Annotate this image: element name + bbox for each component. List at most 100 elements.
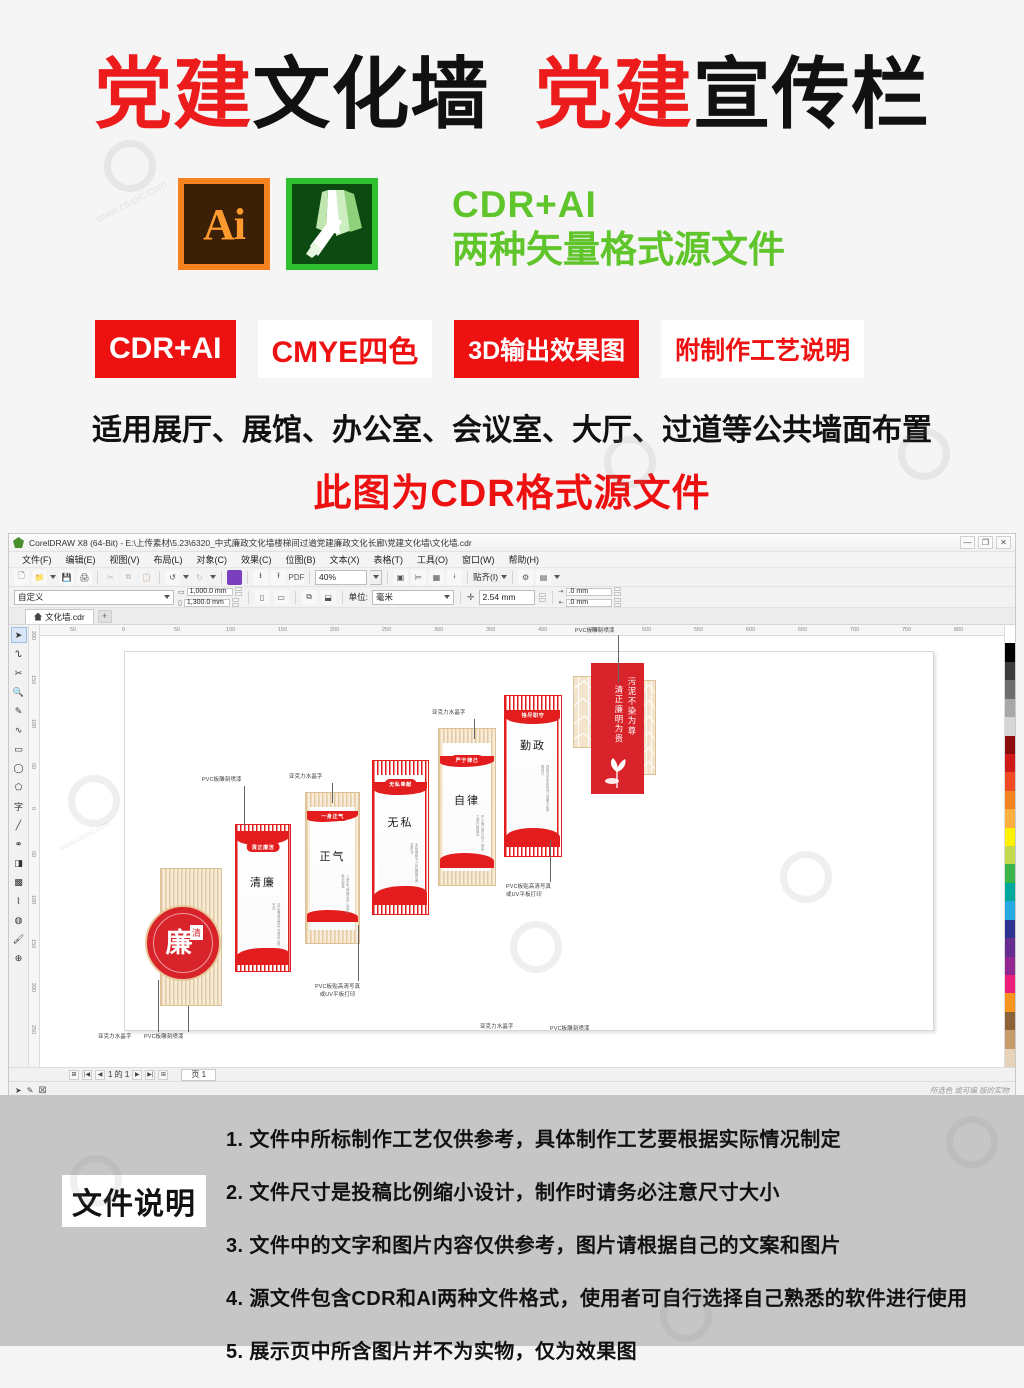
menu-edit[interactable]: 编辑(E) [59, 552, 103, 567]
menu-tools[interactable]: 工具(O) [410, 552, 455, 567]
undo-icon[interactable]: ↺ [165, 569, 180, 585]
menu-text[interactable]: 文本(X) [323, 552, 367, 567]
layout-chevron-down-icon[interactable] [554, 575, 561, 579]
zoom-level-input[interactable]: 40% [315, 569, 367, 585]
search-content-icon[interactable] [227, 569, 242, 585]
swatch[interactable] [1005, 938, 1015, 957]
swatch[interactable] [1005, 735, 1015, 754]
add-page-end-icon[interactable]: ⊞ [158, 1069, 169, 1080]
art-panel-7-lattice-right[interactable] [642, 680, 656, 775]
swatch[interactable] [1005, 809, 1015, 828]
menu-table[interactable]: 表格(T) [367, 552, 411, 567]
page-width-input[interactable]: 1,000.0 mm [186, 587, 233, 596]
first-page-icon[interactable]: |◀ [82, 1069, 92, 1080]
full-screen-preview-icon[interactable]: ▣ [393, 569, 408, 585]
vertical-ruler[interactable]: 200 150 100 50 0 50 100 150 200 250 [29, 625, 40, 1067]
swatch[interactable] [1005, 864, 1015, 883]
print-icon[interactable]: 🖨 [77, 569, 92, 585]
add-tool-button[interactable]: ⊕ [11, 950, 27, 966]
landscape-orientation-icon[interactable]: ▭ [273, 589, 289, 605]
export-icon[interactable]: ⭱ [271, 569, 286, 585]
menu-window[interactable]: 窗口(W) [455, 552, 502, 567]
swatch[interactable] [1005, 975, 1015, 994]
snap-chevron-down-icon[interactable] [501, 575, 508, 579]
duplicate-y-input[interactable]: .0 mm [565, 598, 612, 607]
swatch[interactable] [1005, 661, 1015, 681]
menu-effects[interactable]: 效果(C) [234, 552, 279, 567]
swatch[interactable] [1005, 625, 1015, 644]
swatch[interactable] [1005, 1011, 1015, 1031]
units-select[interactable]: 毫米 [372, 589, 454, 605]
align-icon[interactable]: ⊨ [411, 569, 426, 585]
menu-file[interactable]: 文件(F) [15, 552, 59, 567]
preset-chevron-down-icon[interactable] [164, 595, 170, 599]
duplicate-y-stepper[interactable] [613, 598, 621, 607]
menu-help[interactable]: 帮助(H) [502, 552, 547, 567]
menu-bitmap[interactable]: 位图(B) [279, 552, 323, 567]
open-folder-icon[interactable]: 📁 [32, 569, 47, 585]
next-page-icon[interactable]: ▶ [132, 1069, 143, 1080]
document-tab-wenhuaqiang[interactable]: 文化墙.cdr [25, 608, 94, 624]
page-height-stepper[interactable] [231, 598, 239, 607]
units-chevron-down-icon[interactable] [444, 595, 450, 599]
nudge-input[interactable]: 2.54 mm [478, 589, 535, 605]
transparency-tool[interactable]: ▩ [11, 874, 27, 890]
maximize-button[interactable]: ❐ [978, 536, 993, 549]
portrait-orientation-icon[interactable]: ▯ [254, 589, 270, 605]
swatch[interactable] [1005, 846, 1015, 865]
text-tool[interactable]: 字 [11, 798, 27, 814]
publish-pdf-icon[interactable]: PDF [289, 569, 305, 585]
art-panel-5[interactable]: 自律 严于律己宽以待人 修身立德行稳致远 严于律己 [438, 728, 496, 886]
art-panel-2[interactable]: 清廉 清正廉洁品自高 守得初心终不改 清正廉洁 [235, 824, 291, 972]
page-width-stepper[interactable] [234, 587, 242, 596]
current-page-icon[interactable]: ⬓ [320, 589, 336, 605]
swatch[interactable] [1005, 901, 1015, 920]
minimize-button[interactable]: — [960, 536, 975, 549]
swatch[interactable] [1005, 772, 1015, 791]
shape-tool[interactable]: ᔐ [11, 646, 27, 662]
save-icon[interactable]: 💾 [59, 569, 74, 585]
snap-to-label[interactable]: 贴齐(I) [473, 571, 498, 583]
zoom-chevron-down-icon[interactable] [370, 569, 382, 585]
outline-pen-icon[interactable]: ✎ [27, 1086, 34, 1095]
swatch[interactable] [1005, 753, 1015, 773]
grid-icon[interactable]: ▦ [429, 569, 444, 585]
menu-object[interactable]: 对象(C) [190, 552, 235, 567]
smart-fill-tool[interactable]: 🖌 [11, 931, 27, 947]
duplicate-x-stepper[interactable] [613, 587, 621, 596]
add-page-start-icon[interactable]: ⊞ [69, 1069, 79, 1080]
artistic-media-tool[interactable]: ∿ [11, 722, 27, 738]
page-height-input[interactable]: 1,300.0 mm [183, 598, 230, 607]
art-panel-6[interactable]: 勤政 勤政为民务实担当 清廉守正砥砺前行 恪尽职守 [504, 695, 562, 857]
new-tab-button[interactable]: + [97, 609, 112, 623]
swatch[interactable] [1005, 956, 1015, 976]
drop-shadow-tool[interactable]: ◨ [11, 855, 27, 871]
polygon-tool[interactable]: ⬠ [11, 779, 27, 795]
close-button[interactable]: ✕ [996, 536, 1011, 549]
layout-icon[interactable]: ▤ [536, 569, 552, 585]
swatch[interactable] [1005, 717, 1015, 736]
menu-view[interactable]: 视图(V) [103, 552, 147, 567]
art-panel-4[interactable]: 无私 无私奉献为人民 鞠躬尽瘁显担当 无私奉献 [372, 760, 429, 915]
duplicate-x-input[interactable]: .0 mm [565, 587, 612, 596]
drawing-canvas[interactable]: 50 0 50 100 150 200 250 300 350 400 450 … [40, 625, 1004, 1067]
swatch[interactable] [1005, 882, 1015, 902]
ellipse-tool[interactable]: ◯ [11, 760, 27, 776]
swatch[interactable] [1005, 919, 1015, 939]
swatch[interactable] [1005, 827, 1015, 847]
art-panel-1-seal[interactable]: 廉 清 [145, 905, 221, 981]
swatch[interactable] [1005, 643, 1015, 662]
dimension-tool[interactable]: ╱ [11, 817, 27, 833]
nudge-stepper[interactable] [538, 592, 546, 602]
no-fill-icon[interactable]: ⊠ [38, 1085, 46, 1096]
distribute-icon[interactable]: ⟊ [447, 569, 462, 585]
page-preset-select[interactable]: 自定义 [14, 589, 174, 605]
prev-page-icon[interactable]: ◀ [95, 1069, 105, 1080]
swatch[interactable] [1005, 1030, 1015, 1049]
interactive-fill-tool[interactable]: ◍ [11, 912, 27, 928]
options-gear-icon[interactable]: ⚙ [518, 569, 534, 585]
all-pages-icon[interactable]: ⧉ [301, 589, 317, 605]
swatch[interactable] [1005, 993, 1015, 1012]
art-panel-3[interactable]: 正气 一身正气两袖清风 心底无私天地宽 一身正气 [305, 792, 360, 944]
last-page-icon[interactable]: ▶| [145, 1069, 156, 1080]
